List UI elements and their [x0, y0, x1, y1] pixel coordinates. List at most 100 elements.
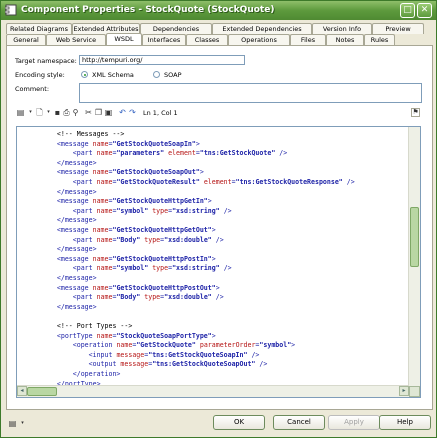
comment-label: Comment:: [15, 85, 50, 93]
code-line: <message name="GetStockQuoteSoapOut">: [41, 167, 204, 177]
code-token: <message: [41, 197, 93, 206]
wsdl-editor[interactable]: <!-- Messages --> <message name="GetStoc…: [16, 126, 421, 398]
radio-xml-schema-label[interactable]: XML Schema: [92, 71, 134, 79]
new-dropdown-icon[interactable]: 🗋: [35, 108, 44, 117]
code-token: <operation: [41, 341, 117, 350]
chevron-down-icon[interactable]: ▾: [26, 108, 35, 117]
code-line: <message name="GetStockQuoteHttpGetIn">: [41, 196, 212, 206]
tab-related-diagrams[interactable]: Related Diagrams: [6, 23, 72, 34]
code-line: <output message="tns:GetStockQuoteSoapOu…: [41, 359, 268, 369]
cancel-button[interactable]: Cancel: [273, 415, 325, 430]
tab-notes[interactable]: Notes: [326, 34, 364, 45]
code-token: </message>: [41, 274, 97, 282]
comment-input[interactable]: [79, 83, 422, 103]
code-token: name: [96, 331, 113, 340]
component-properties-window: Component Properties - StockQuote (Stock…: [0, 0, 437, 438]
code-token: element: [203, 178, 232, 186]
code-token: <part: [41, 149, 97, 158]
code-token: name: [116, 341, 133, 350]
code-token: name: [92, 168, 109, 177]
code-token: <part: [41, 206, 97, 215]
tab-rules[interactable]: Rules: [364, 34, 395, 45]
code-token: message: [116, 350, 145, 359]
help-button[interactable]: Help: [379, 415, 431, 430]
code-line: <portType name="StockQuoteSoapPortType">: [41, 331, 216, 341]
copy-icon[interactable]: ❐: [94, 108, 103, 117]
tab-extended-dependencies[interactable]: Extended Dependencies: [212, 23, 312, 34]
code-line: </message>: [41, 187, 97, 197]
find-icon[interactable]: ⚲: [71, 108, 80, 117]
namespace-input[interactable]: http://tempuri.org/: [79, 55, 245, 65]
code-token: "symbol": [116, 264, 149, 273]
namespace-label: Target namespace:: [15, 57, 77, 65]
code-token: "symbol": [116, 206, 149, 215]
encoding-label: Encoding style:: [15, 71, 65, 79]
tab-web-service[interactable]: Web Service: [46, 34, 106, 45]
radio-soap-label[interactable]: SOAP: [164, 71, 182, 79]
code-token: "tns:GetStockQuoteSoapIn": [148, 350, 248, 359]
code-token: </operation>: [41, 370, 121, 378]
tab-dependencies[interactable]: Dependencies: [140, 23, 212, 34]
code-token: name: [92, 139, 109, 148]
code-token: "GetStockQuoteResult": [116, 178, 200, 186]
close-icon: ✕: [420, 5, 429, 15]
code-token: <message: [41, 254, 93, 263]
tab-files[interactable]: Files: [290, 34, 326, 45]
code-token: "GetStockQuoteHttpGetIn": [112, 197, 208, 206]
tab-interfaces[interactable]: Interfaces: [142, 34, 186, 45]
save-icon[interactable]: ▪: [53, 108, 62, 117]
tab-strip-top: Related Diagrams Extended Attributes Depen…: [6, 23, 424, 34]
cursor-position: Ln 1, Col 1: [143, 109, 178, 117]
code-token: type: [152, 206, 169, 215]
code-token: "tns:GetStockQuoteResponse": [235, 178, 343, 186]
chevron-down-icon[interactable]: ▾: [44, 108, 53, 117]
code-token: "xsd:string": [172, 264, 220, 273]
code-line: </message>: [41, 244, 97, 254]
code-line: <!-- Port Types -->: [41, 321, 132, 331]
horizontal-scroll-thumb[interactable]: [27, 387, 57, 396]
menu-dropdown-icon[interactable]: ▤: [8, 419, 17, 428]
scroll-right-icon[interactable]: ▸: [399, 386, 409, 396]
code-line: <message name="GetStockQuoteHttpGetOut">: [41, 225, 216, 235]
code-token: </message>: [41, 302, 97, 311]
tab-general[interactable]: General: [6, 34, 46, 45]
code-area[interactable]: <!-- Messages --> <message name="GetStoc…: [17, 127, 409, 386]
title-bar[interactable]: Component Properties - StockQuote (Stock…: [1, 1, 436, 20]
print-icon[interactable]: ⎙: [62, 108, 71, 117]
tab-version-info[interactable]: Version Info: [312, 23, 372, 34]
tab-classes[interactable]: Classes: [186, 34, 228, 45]
code-token: <part: [41, 235, 97, 244]
redo-icon[interactable]: ↷: [128, 108, 137, 117]
properties-dropdown-icon[interactable]: ▤: [16, 108, 25, 117]
code-token: element: [168, 149, 196, 158]
code-token: "GetStockQuoteHttpGetOut": [112, 226, 212, 234]
code-line: <message name="GetStockQuoteHttpPostIn">: [41, 254, 216, 264]
apply-button[interactable]: Apply: [328, 415, 380, 430]
scroll-left-icon[interactable]: ◂: [17, 386, 27, 396]
cut-icon[interactable]: ✂: [84, 108, 93, 117]
editor-options-icon[interactable]: ⚑: [411, 108, 420, 117]
code-token: />: [247, 350, 260, 359]
chevron-down-icon[interactable]: ▾: [18, 419, 27, 428]
code-line: <part name="symbol" type="xsd:string" />: [41, 206, 232, 216]
radio-soap[interactable]: [153, 71, 160, 78]
horizontal-scrollbar[interactable]: ◂ ▸: [17, 385, 409, 397]
paste-icon[interactable]: ▣: [104, 108, 113, 117]
code-token: >: [211, 254, 216, 263]
ok-button[interactable]: OK: [213, 415, 265, 430]
tab-wsdl[interactable]: WSDL: [106, 33, 142, 45]
maximize-button[interactable]: □: [400, 3, 415, 18]
code-token: </message>: [41, 245, 97, 254]
undo-icon[interactable]: ↶: [118, 108, 127, 117]
code-token: />: [211, 235, 224, 244]
radio-xml-schema[interactable]: [81, 71, 88, 78]
tab-operations[interactable]: Operations: [228, 34, 290, 45]
vertical-scrollbar[interactable]: [408, 127, 420, 386]
tab-preview[interactable]: Preview: [372, 23, 424, 34]
code-token: name: [96, 206, 113, 215]
tab-strip-bottom: General Web Service WSDL Interfaces Classes O…: [6, 33, 395, 45]
code-token: <part: [41, 264, 97, 273]
vertical-scroll-thumb[interactable]: [410, 207, 419, 267]
code-token: />: [219, 264, 232, 273]
close-button[interactable]: ✕: [417, 3, 432, 18]
